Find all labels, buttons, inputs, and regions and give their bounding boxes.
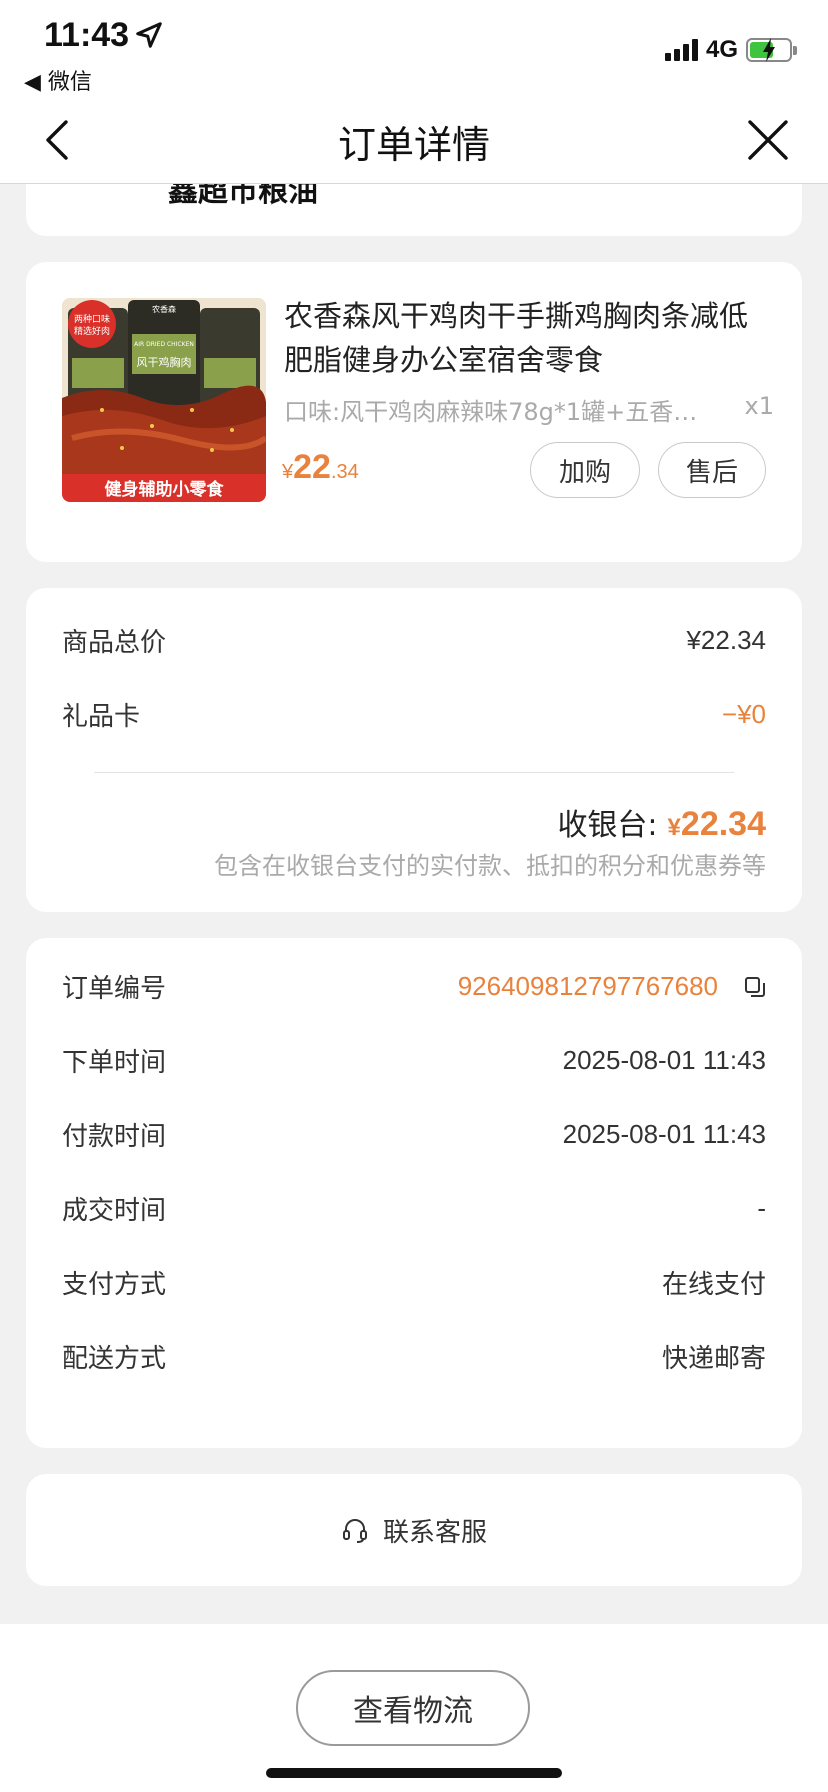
order-number-label: 订单编号	[62, 974, 167, 1004]
view-logistics-button[interactable]: 查看物流	[296, 1670, 530, 1746]
payment-time-label: 付款时间	[62, 1122, 167, 1152]
price-decimal: .34	[330, 461, 359, 483]
product-image[interactable]: 农香森 AIR DRIED CHICKEN 风干鸡胸肉 两种口味 精选好肉 健身…	[62, 298, 266, 502]
order-time-label: 下单时间	[62, 1048, 167, 1078]
goods-total-label: 商品总价	[62, 628, 167, 658]
order-time-value: 2025-08-01 11:43	[562, 1045, 766, 1075]
battery-charging-icon	[746, 38, 797, 62]
product-quantity: x1	[744, 392, 774, 420]
status-time: 11:43	[44, 16, 130, 54]
after-sale-button[interactable]: 售后	[658, 442, 766, 498]
product-photo: 农香森 AIR DRIED CHICKEN 风干鸡胸肉 两种口味 精选好肉 健身…	[62, 298, 266, 502]
gift-card-row: 礼品卡 −¥0	[62, 696, 766, 733]
page-title: 订单详情	[337, 123, 490, 167]
network-type: 4G	[705, 36, 738, 63]
product-card: 农香森 AIR DRIED CHICKEN 风干鸡胸肉 两种口味 精选好肉 健身…	[26, 262, 802, 562]
payment-time-value: 2025-08-01 11:43	[562, 1119, 766, 1149]
order-time-row: 下单时间 2025-08-01 11:43	[62, 1042, 766, 1079]
contact-service-label: 联系客服	[382, 1517, 487, 1548]
gift-card-value: −¥0	[721, 699, 766, 729]
svg-text:风干鸡胸肉: 风干鸡胸肉	[137, 355, 192, 369]
order-number-value[interactable]: 926409812797767680	[458, 971, 718, 1002]
cashier-note: 包含在收银台支付的实付款、抵扣的积分和优惠券等	[214, 852, 766, 880]
payment-method-value: 在线支付	[661, 1269, 766, 1299]
delivery-method-row: 配送方式 快递邮寄	[62, 1338, 766, 1375]
signal-icon	[664, 39, 698, 61]
cashier-total: 收银台: ¥22.34	[557, 800, 766, 844]
product-price: ¥22.34	[282, 448, 359, 487]
delivery-method-value: 快递邮寄	[661, 1343, 766, 1373]
headset-icon	[342, 1519, 367, 1543]
delivery-method-label: 配送方式	[62, 1344, 167, 1374]
svg-text:AIR DRIED CHICKEN: AIR DRIED CHICKEN	[134, 341, 194, 348]
close-icon[interactable]	[746, 118, 790, 162]
product-title[interactable]: 农香森风干鸡肉干手撕鸡胸肉条减低肥脂健身办公室宿舍零食	[284, 294, 764, 382]
cashier-value: ¥22.34	[667, 805, 766, 843]
deal-time-row: 成交时间 -	[62, 1190, 766, 1227]
customer-service-card[interactable]: 联系客服	[26, 1474, 802, 1586]
svg-text:健身辅助小零食: 健身辅助小零食	[105, 479, 225, 500]
goods-total-value: ¥22.34	[686, 625, 766, 655]
copy-icon[interactable]	[744, 976, 766, 998]
payment-time-row: 付款时间 2025-08-01 11:43	[62, 1116, 766, 1153]
gift-card-label: 礼品卡	[62, 702, 141, 732]
deal-time-value: -	[757, 1193, 766, 1223]
contact-service-button[interactable]: 联系客服	[26, 1474, 802, 1586]
payment-method-label: 支付方式	[62, 1270, 167, 1300]
nav-bar: 订单详情	[0, 98, 828, 184]
back-to-app-link[interactable]: ◀ 微信	[24, 64, 92, 96]
price-integer: 22	[293, 448, 331, 486]
cashier-label: 收银台:	[557, 808, 658, 843]
divider	[94, 772, 734, 773]
price-currency: ¥	[282, 461, 294, 483]
add-to-cart-button[interactable]: 加购	[530, 442, 640, 498]
order-number-row: 订单编号 926409812797767680	[62, 968, 766, 1005]
svg-text:农香森: 农香森	[152, 304, 176, 314]
location-arrow-icon	[136, 22, 162, 48]
status-bar: 11:43 ◀ 微信 4G	[0, 0, 828, 98]
svg-text:精选好肉: 精选好肉	[74, 325, 110, 337]
order-info-card: 订单编号 926409812797767680 下单时间 2025-08-01 …	[26, 938, 802, 1448]
deal-time-label: 成交时间	[62, 1196, 167, 1226]
payment-method-row: 支付方式 在线支付	[62, 1264, 766, 1301]
price-summary-card: 商品总价 ¥22.34 礼品卡 −¥0 收银台: ¥22.34 包含在收银台支付…	[26, 588, 802, 912]
product-spec-text: 口味:风干鸡肉麻辣味78g*1罐+五香味78g*1罐	[284, 398, 704, 426]
goods-total-row: 商品总价 ¥22.34	[62, 622, 766, 659]
home-indicator[interactable]	[266, 1768, 562, 1778]
product-spec: 口味:风干鸡肉麻辣味78g*1罐+五香味78g*1罐 x1	[284, 392, 774, 427]
bottom-action-bar: 查看物流	[0, 1624, 828, 1792]
status-indicators: 4G	[664, 36, 797, 64]
svg-text:两种口味: 两种口味	[74, 313, 110, 325]
